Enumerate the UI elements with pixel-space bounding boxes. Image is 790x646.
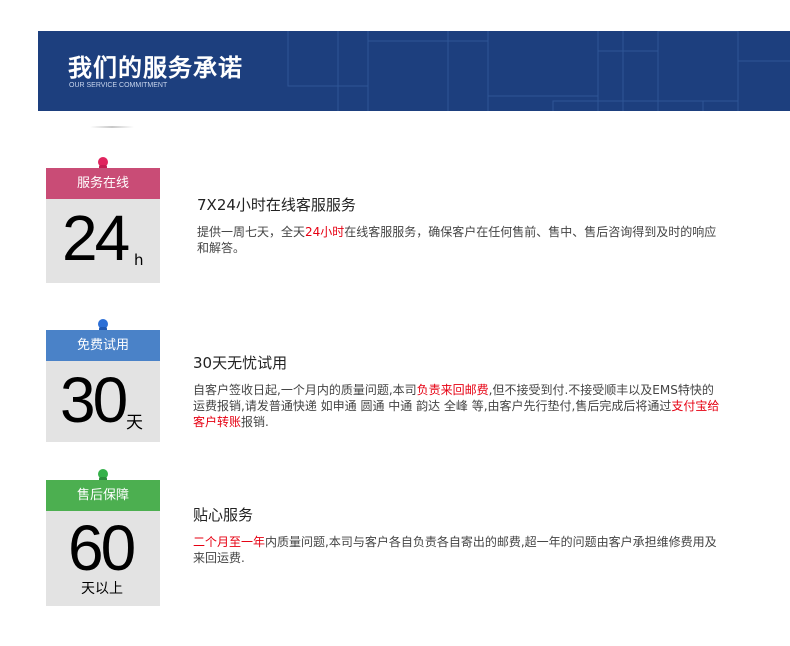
badge-body: 60 天以上 xyxy=(46,511,160,606)
divider xyxy=(90,126,134,128)
service-item-online: 7X24小时在线客服服务 提供一周七天，全天24小时在线客服服务，确保客户在任何… xyxy=(197,194,727,256)
service-description: 提供一周七天，全天24小时在线客服服务，确保客户在任何售前、售中、售后咨询得到及… xyxy=(197,225,717,255)
page-subtitle: OUR SERVICE COMMITMENT xyxy=(69,82,168,89)
service-title: 贴心服务 xyxy=(193,506,254,524)
badge-label: 售后保障 xyxy=(46,480,160,511)
badge-free-trial: 免费试用 30 天 xyxy=(46,318,160,442)
badge-number: 60 xyxy=(68,512,136,584)
badge-online-service: 服务在线 24 h xyxy=(46,156,160,283)
badge-unit: 天以上 xyxy=(81,581,123,597)
badge-label: 免费试用 xyxy=(46,330,160,361)
header-banner: 我们的服务承诺 OUR SERVICE COMMITMENT xyxy=(38,31,790,111)
badge-unit: h xyxy=(134,251,144,269)
badge-body: 24 h xyxy=(46,199,160,283)
service-description: 二个月至一年内质量问题,本司与客户各自负责各自寄出的邮费,超一年的问题由客户承担… xyxy=(193,535,717,565)
service-title: 7X24小时在线客服服务 xyxy=(197,196,356,214)
badge-unit: 天 xyxy=(126,413,143,433)
service-description: 自客户签收日起,一个月内的质量问题,本司负责来回邮费,但不接受到付.不接受顺丰以… xyxy=(193,383,720,429)
service-title: 30天无忧试用 xyxy=(193,354,288,372)
badge-number: 30 xyxy=(60,364,128,436)
badge-label: 服务在线 xyxy=(46,168,160,199)
highlight-text: 负责来回邮费 xyxy=(416,383,489,397)
highlight-text: 24小时 xyxy=(305,225,345,239)
badge-after-sales: 售后保障 60 天以上 xyxy=(46,468,160,606)
badge-body: 30 天 xyxy=(46,361,160,442)
service-item-trial: 30天无忧试用 自客户签收日起,一个月内的质量问题,本司负责来回邮费,但不接受到… xyxy=(193,352,723,430)
badge-number: 24 xyxy=(62,202,130,274)
service-item-after-sales: 贴心服务 二个月至一年内质量问题,本司与客户各自负责各自寄出的邮费,超一年的问题… xyxy=(193,504,723,566)
page-title: 我们的服务承诺 xyxy=(68,54,243,82)
highlight-text: 二个月至一年 xyxy=(193,535,266,549)
